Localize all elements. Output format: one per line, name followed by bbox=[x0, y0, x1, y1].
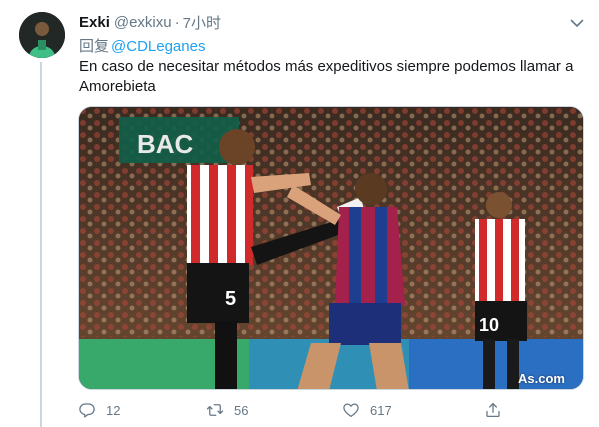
tweet-text: En caso de necesitar métodos más expedit… bbox=[79, 58, 574, 95]
reply-count: 12 bbox=[106, 402, 121, 418]
player-right-number: 10 bbox=[479, 315, 499, 335]
share-icon bbox=[486, 402, 500, 418]
heart-icon bbox=[343, 403, 359, 418]
media-watermark: As.com bbox=[518, 371, 565, 386]
tweet-media[interactable]: BAC 5 10 As.com bbox=[78, 106, 584, 390]
timestamp[interactable]: 7小时 bbox=[183, 12, 221, 33]
tweet-header: Exki @exkixu · 7小时 bbox=[79, 12, 221, 32]
like-button[interactable]: 617 bbox=[342, 400, 392, 420]
reply-icon bbox=[79, 403, 95, 418]
retweet-icon bbox=[206, 404, 224, 416]
player-left-number: 5 bbox=[225, 288, 236, 310]
tweet-actions: 12 56 617 bbox=[78, 400, 508, 422]
chevron-down-icon[interactable] bbox=[568, 14, 586, 32]
user-handle[interactable]: @exkixu bbox=[114, 14, 172, 31]
reply-context: 回复 @CDLeganes bbox=[79, 35, 205, 56]
reply-mention-link[interactable]: @CDLeganes bbox=[111, 38, 205, 55]
avatar-image bbox=[19, 12, 65, 58]
media-photo: BAC 5 10 bbox=[79, 107, 583, 389]
avatar[interactable] bbox=[19, 12, 65, 58]
reply-button[interactable]: 12 bbox=[78, 400, 120, 420]
reply-prefix: 回复 bbox=[79, 38, 110, 55]
like-count: 617 bbox=[370, 402, 392, 418]
retweet-button[interactable]: 56 bbox=[206, 400, 248, 420]
display-name[interactable]: Exki bbox=[79, 14, 110, 31]
stadium-board-text: BAC bbox=[137, 129, 194, 159]
thread-line bbox=[40, 62, 42, 427]
retweet-count: 56 bbox=[234, 402, 249, 418]
separator-dot: · bbox=[174, 13, 180, 31]
share-button[interactable] bbox=[484, 400, 512, 420]
